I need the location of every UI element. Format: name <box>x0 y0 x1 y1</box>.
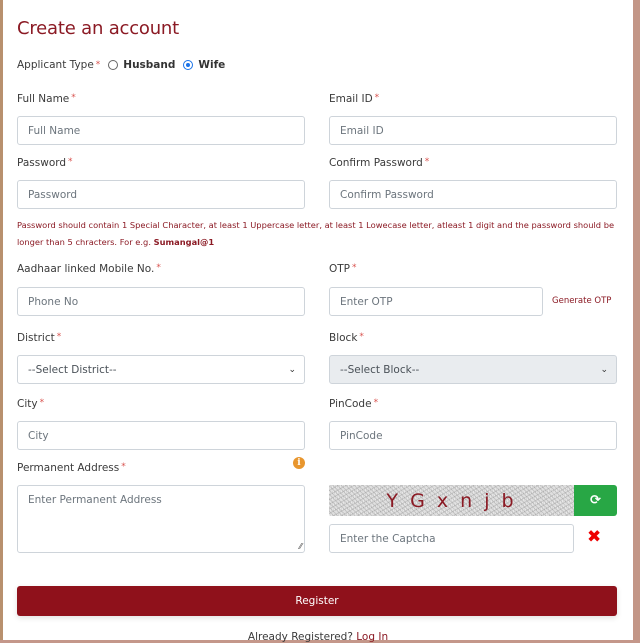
otp-label-text: OTP <box>329 263 351 275</box>
mobile-label-text: Aadhaar linked Mobile No. <box>17 263 155 275</box>
email-label-text: Email ID <box>329 93 373 105</box>
required-mark: * <box>39 398 45 408</box>
refresh-captcha-button[interactable]: ⟳ <box>574 485 617 516</box>
password-hint: Password should contain 1 Special Charac… <box>17 217 617 251</box>
full-name-label-text: Full Name <box>17 93 70 105</box>
pincode-label: PinCode * <box>329 398 378 410</box>
password-example: Sumangal@1 <box>153 237 215 247</box>
pincode-input[interactable]: PinCode <box>329 421 617 450</box>
confirm-password-label: Confirm Password * <box>329 157 429 169</box>
applicant-type-label: Applicant Type <box>17 59 94 71</box>
required-mark: * <box>352 263 357 273</box>
confirm-password-input[interactable]: Confirm Password <box>329 180 617 209</box>
password-input[interactable]: Password <box>17 180 305 209</box>
radio-wife-label[interactable]: Wife <box>198 59 225 71</box>
chevron-down-icon: ⌄ <box>600 364 608 375</box>
required-mark: * <box>68 157 73 167</box>
radio-husband-label[interactable]: Husband <box>123 59 175 71</box>
email-input[interactable]: Email ID <box>329 116 617 145</box>
required-mark: * <box>373 398 379 408</box>
district-select[interactable]: --Select District-- ⌄ <box>17 355 305 384</box>
page-title: Create an account <box>17 18 180 39</box>
login-prompt-text: Already Registered? <box>247 631 357 643</box>
generate-otp-link[interactable]: Generate OTP <box>552 296 611 306</box>
district-label-text: District <box>17 332 55 344</box>
password-label: Password * <box>17 157 73 169</box>
applicant-type-group: Applicant Type * Husband Wife <box>17 59 225 71</box>
required-mark: * <box>156 263 161 273</box>
address-label: Permanent Address * <box>17 462 126 474</box>
otp-label: OTP * <box>329 263 357 275</box>
full-name-input[interactable]: Full Name <box>17 116 305 145</box>
city-label-text: City <box>17 398 38 410</box>
registration-card: Create an account Applicant Type * Husban… <box>3 0 633 643</box>
info-icon[interactable]: i <box>293 457 305 469</box>
required-mark: * <box>424 157 430 167</box>
email-label: Email ID * <box>329 93 379 105</box>
chevron-down-icon: ⌄ <box>288 364 296 375</box>
required-mark: * <box>359 332 364 342</box>
radio-wife[interactable] <box>183 60 194 70</box>
phone-input[interactable]: Phone No <box>17 287 305 316</box>
required-mark: * <box>56 332 62 342</box>
full-name-label: Full Name * <box>17 93 76 105</box>
city-label: City * <box>17 398 44 410</box>
password-hint-text: Password should contain 1 Special Charac… <box>17 220 615 247</box>
required-mark: * <box>374 93 380 103</box>
required-mark: * <box>121 462 126 472</box>
block-select[interactable]: --Select Block-- ⌄ <box>329 355 617 384</box>
register-button[interactable]: Register <box>17 586 617 616</box>
required-mark: * <box>95 60 101 70</box>
district-label: District * <box>17 332 61 344</box>
password-label-text: Password <box>17 157 67 169</box>
right-background <box>633 0 640 640</box>
refresh-icon: ⟳ <box>590 493 601 508</box>
login-link[interactable]: Log In <box>356 631 388 643</box>
block-label-text: Block <box>329 332 358 344</box>
confirm-password-label-text: Confirm Password <box>329 157 423 169</box>
mobile-label: Aadhaar linked Mobile No. * <box>17 263 161 275</box>
captcha-text: Y G x n j b <box>386 489 517 512</box>
address-textarea[interactable]: Enter Permanent Address ⁄⁄ <box>17 485 305 553</box>
city-input[interactable]: City <box>17 421 305 450</box>
captcha-image: Y G x n j b <box>329 485 574 516</box>
required-mark: * <box>71 93 76 103</box>
address-label-text: Permanent Address <box>17 462 120 474</box>
district-selected-value: --Select District-- <box>28 363 117 376</box>
otp-input[interactable]: Enter OTP <box>329 287 543 316</box>
pincode-label-text: PinCode <box>329 398 372 410</box>
block-label: Block * <box>329 332 364 344</box>
login-prompt: Already Registered? Log In <box>3 631 633 643</box>
resize-handle-icon[interactable]: ⁄⁄ <box>299 542 302 551</box>
clear-captcha-icon[interactable]: ✖ <box>587 527 601 547</box>
address-placeholder: Enter Permanent Address <box>28 494 162 506</box>
captcha-input[interactable]: Enter the Captcha <box>329 524 574 553</box>
radio-husband[interactable] <box>108 60 119 70</box>
block-selected-value: --Select Block-- <box>340 363 420 376</box>
